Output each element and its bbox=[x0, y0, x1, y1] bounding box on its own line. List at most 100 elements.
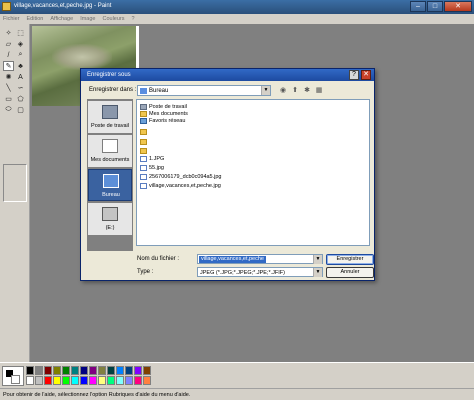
background-color bbox=[11, 375, 20, 384]
save-in-dropdown[interactable]: Bureau ▼ bbox=[137, 85, 271, 96]
current-colors[interactable] bbox=[2, 366, 24, 386]
type-label: Type : bbox=[137, 269, 154, 275]
up-folder-icon[interactable]: ⬆ bbox=[290, 85, 300, 95]
rectangle-icon[interactable]: ▭ bbox=[3, 94, 14, 104]
list-item[interactable] bbox=[140, 128, 149, 135]
color-swatch[interactable] bbox=[35, 366, 43, 375]
cancel-button[interactable]: Annuler bbox=[326, 267, 374, 278]
color-swatch[interactable] bbox=[62, 366, 70, 375]
fill-bucket-icon[interactable]: ◈ bbox=[15, 39, 26, 49]
minimize-button[interactable]: – bbox=[410, 1, 426, 12]
color-swatch[interactable] bbox=[134, 376, 142, 385]
window-title: village,vacances,et,peche.jpg - Paint bbox=[14, 3, 112, 9]
color-swatch[interactable] bbox=[44, 366, 52, 375]
color-swatch[interactable] bbox=[143, 376, 151, 385]
place-bureau[interactable]: Bureau bbox=[88, 169, 132, 201]
color-swatch[interactable] bbox=[125, 366, 133, 375]
text-icon[interactable]: A bbox=[15, 72, 26, 82]
place-drive-e[interactable]: (E:) bbox=[88, 203, 132, 235]
help-button[interactable]: ? bbox=[349, 70, 359, 80]
curve-icon[interactable]: ∽ bbox=[15, 83, 26, 93]
rect-select-icon[interactable]: ⬚ bbox=[15, 28, 26, 38]
color-swatch[interactable] bbox=[98, 366, 106, 375]
tool-options-box[interactable] bbox=[3, 164, 27, 202]
list-item[interactable]: Mes documents bbox=[140, 110, 188, 117]
file-type-dropdown[interactable]: JPEG (*.JPG;*.JPEG;*.JPE;*.JFIF) ▼ bbox=[197, 267, 323, 277]
color-swatch[interactable] bbox=[26, 366, 34, 375]
eraser-icon[interactable]: ▱ bbox=[3, 39, 14, 49]
magnifier-icon[interactable]: ⌕ bbox=[15, 50, 26, 60]
color-swatch[interactable] bbox=[71, 366, 79, 375]
save-in-value: Bureau bbox=[149, 88, 169, 94]
menu-image[interactable]: Image bbox=[80, 16, 95, 22]
list-item[interactable]: 1.JPG bbox=[140, 155, 164, 162]
color-picker-icon[interactable]: / bbox=[3, 50, 14, 60]
dialog-title: Enregistrer sous bbox=[87, 72, 131, 78]
computer-icon bbox=[140, 103, 147, 110]
color-swatch[interactable] bbox=[143, 366, 151, 375]
color-swatch[interactable] bbox=[125, 376, 133, 385]
color-swatch[interactable] bbox=[89, 366, 97, 375]
save-button[interactable]: Enregistrer bbox=[326, 254, 374, 265]
color-swatch[interactable] bbox=[71, 376, 79, 385]
airbrush-icon[interactable]: ✺ bbox=[3, 72, 14, 82]
file-name: 55.jpg bbox=[149, 164, 164, 171]
status-text: Pour obtenir de l'aide, sélectionnez l'o… bbox=[3, 392, 191, 398]
list-item[interactable]: Poste de travail bbox=[140, 103, 187, 110]
close-button[interactable]: ✕ bbox=[444, 1, 472, 12]
menu-couleurs[interactable]: Couleurs bbox=[102, 16, 124, 22]
pencil-icon[interactable]: ✎ bbox=[3, 61, 14, 71]
color-swatch[interactable] bbox=[80, 366, 88, 375]
color-swatch[interactable] bbox=[107, 376, 115, 385]
menu-affichage[interactable]: Affichage bbox=[50, 16, 73, 22]
image-icon bbox=[140, 164, 147, 171]
color-swatch[interactable] bbox=[134, 366, 142, 375]
place-poste-de-travail[interactable]: Poste de travail bbox=[88, 101, 132, 133]
list-item[interactable]: Favoris réseau bbox=[140, 117, 185, 124]
chevron-down-icon[interactable]: ▼ bbox=[313, 268, 322, 277]
color-swatch[interactable] bbox=[62, 376, 70, 385]
list-item[interactable]: village,vacances,et,peche.jpg bbox=[140, 182, 221, 189]
color-swatch[interactable] bbox=[116, 366, 124, 375]
color-swatch[interactable] bbox=[26, 376, 34, 385]
dialog-close-button[interactable]: ✕ bbox=[361, 70, 371, 80]
back-icon[interactable]: ◉ bbox=[278, 85, 288, 95]
list-item[interactable] bbox=[140, 147, 149, 154]
color-swatch[interactable] bbox=[98, 376, 106, 385]
file-name: Mes documents bbox=[149, 110, 188, 117]
color-swatch[interactable] bbox=[107, 366, 115, 375]
chevron-down-icon[interactable]: ▼ bbox=[313, 255, 322, 264]
color-swatch[interactable] bbox=[116, 376, 124, 385]
menu-edition[interactable]: Edition bbox=[27, 16, 44, 22]
place-mes-documents[interactable]: Mes documents bbox=[88, 135, 132, 167]
rounded-rect-icon[interactable]: ▢ bbox=[15, 105, 26, 115]
computer-icon bbox=[102, 105, 118, 119]
color-swatch[interactable] bbox=[80, 376, 88, 385]
polygon-icon[interactable]: ⬠ bbox=[15, 94, 26, 104]
view-menu-icon[interactable]: ▦ bbox=[314, 85, 324, 95]
file-name: 1.JPG bbox=[149, 155, 165, 162]
documents-icon bbox=[102, 139, 118, 153]
line-icon[interactable]: ╲ bbox=[3, 83, 14, 93]
brush-icon[interactable]: ♣ bbox=[15, 61, 26, 71]
maximize-button[interactable]: □ bbox=[427, 1, 443, 12]
list-item[interactable]: 55.jpg bbox=[140, 164, 164, 171]
color-swatch[interactable] bbox=[53, 376, 61, 385]
free-select-icon[interactable]: ✧ bbox=[3, 28, 14, 38]
color-swatch[interactable] bbox=[44, 376, 52, 385]
color-swatch[interactable] bbox=[89, 376, 97, 385]
color-swatch[interactable] bbox=[53, 366, 61, 375]
file-list: Poste de travail Mes documents Favoris r… bbox=[136, 99, 370, 246]
menu-fichier[interactable]: Fichier bbox=[3, 16, 20, 22]
color-swatch[interactable] bbox=[35, 376, 43, 385]
chevron-down-icon[interactable]: ▼ bbox=[261, 86, 270, 95]
filename-input[interactable]: village,vacances,et,peche ▼ bbox=[197, 254, 323, 264]
filename-label: Nom du fichier : bbox=[137, 256, 180, 262]
new-folder-icon[interactable]: ✱ bbox=[302, 85, 312, 95]
list-item[interactable]: 2567006179_dcb0c094a5.jpg bbox=[140, 173, 222, 180]
menu-help[interactable]: ? bbox=[132, 16, 135, 22]
list-item[interactable] bbox=[140, 138, 149, 145]
desktop-folder-icon bbox=[140, 88, 147, 94]
ellipse-icon[interactable]: ⬭ bbox=[3, 105, 14, 115]
swatch-grid bbox=[26, 366, 151, 385]
